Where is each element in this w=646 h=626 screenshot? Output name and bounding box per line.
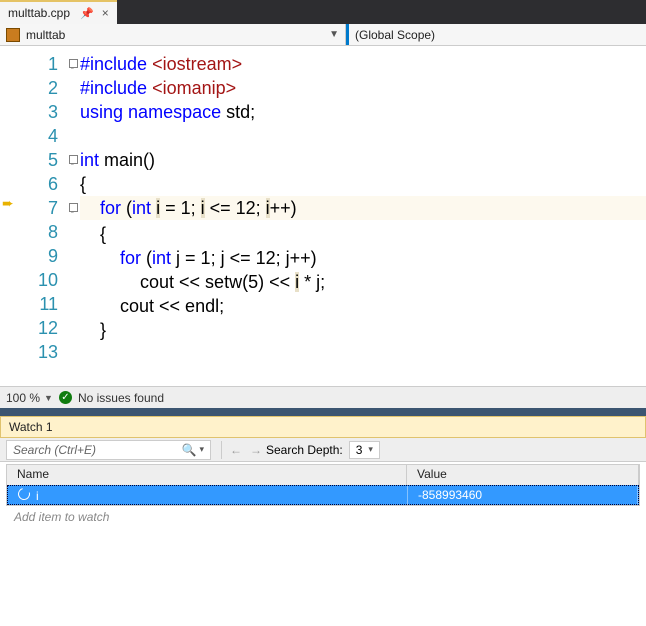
chevron-down-icon[interactable]: ▾ <box>199 444 204 455</box>
editor-status-strip: 100 % ▼ ✓ No issues found <box>0 386 646 408</box>
column-header-name[interactable]: Name <box>7 465 407 485</box>
project-name: multtab <box>26 28 65 42</box>
empty-area <box>0 528 646 626</box>
watch-header-row: Name Value <box>7 465 639 485</box>
panel-divider[interactable] <box>0 408 646 416</box>
watch-grid: Name Value i -858993460 <box>6 464 640 506</box>
watch-name-cell[interactable]: i <box>8 486 408 505</box>
scope-text: (Global Scope) <box>355 28 435 42</box>
project-icon <box>6 28 20 42</box>
search-placeholder: Search (Ctrl+E) <box>13 443 96 457</box>
file-tab[interactable]: multtab.cpp 📌 × <box>0 0 117 24</box>
refresh-icon <box>16 485 32 501</box>
watch-panel-title[interactable]: Watch 1 <box>0 416 646 438</box>
watch-search-input[interactable]: Search (Ctrl+E) 🔍 ▾ <box>6 440 211 460</box>
fold-toggle-icon[interactable] <box>69 155 78 164</box>
depth-value: 3 <box>356 443 363 457</box>
tab-filename: multtab.cpp <box>8 6 70 20</box>
pin-icon[interactable]: 📌 <box>80 7 94 20</box>
chevron-down-icon: ▼ <box>329 29 339 40</box>
function-scope-dropdown[interactable]: (Global Scope) <box>346 24 646 45</box>
code-editor[interactable]: ➨ 12345678910111213 #include <iostream>#… <box>0 46 646 386</box>
scope-bar: multtab ▼ (Global Scope) <box>0 24 646 46</box>
watch-value-cell[interactable]: -858993460 <box>408 486 638 504</box>
search-icon[interactable]: 🔍 <box>182 443 197 457</box>
close-icon[interactable]: × <box>102 6 109 20</box>
breakpoint-margin[interactable]: ➨ <box>0 46 18 386</box>
no-issues-icon: ✓ <box>59 391 72 404</box>
fold-gutter[interactable] <box>66 46 80 386</box>
project-scope-dropdown[interactable]: multtab ▼ <box>0 24 346 45</box>
tab-strip: multtab.cpp 📌 × <box>0 0 646 24</box>
chevron-down-icon[interactable]: ▼ <box>44 393 53 403</box>
watch-panel: Watch 1 Search (Ctrl+E) 🔍 ▾ ← → Search D… <box>0 416 646 528</box>
watch-toolbar: Search (Ctrl+E) 🔍 ▾ ← → Search Depth: 3 … <box>0 438 646 462</box>
separator <box>221 441 222 459</box>
add-watch-item[interactable]: Add item to watch <box>0 506 646 528</box>
search-depth-label: Search Depth: <box>266 443 343 457</box>
search-depth-dropdown[interactable]: 3 ▾ <box>349 441 380 459</box>
watch-row[interactable]: i -858993460 <box>7 485 639 505</box>
nav-back-icon[interactable]: ← <box>226 443 246 457</box>
nav-forward-icon[interactable]: → <box>246 443 266 457</box>
fold-toggle-icon[interactable] <box>69 203 78 212</box>
column-header-value[interactable]: Value <box>407 465 639 485</box>
line-number-gutter: 12345678910111213 <box>18 46 66 386</box>
issues-text: No issues found <box>78 391 164 405</box>
zoom-level[interactable]: 100 % <box>6 391 40 405</box>
chevron-down-icon: ▾ <box>368 444 373 455</box>
code-area[interactable]: #include <iostream>#include <iomanip>usi… <box>80 46 646 386</box>
fold-toggle-icon[interactable] <box>69 59 78 68</box>
execution-pointer-icon: ➨ <box>2 195 14 212</box>
